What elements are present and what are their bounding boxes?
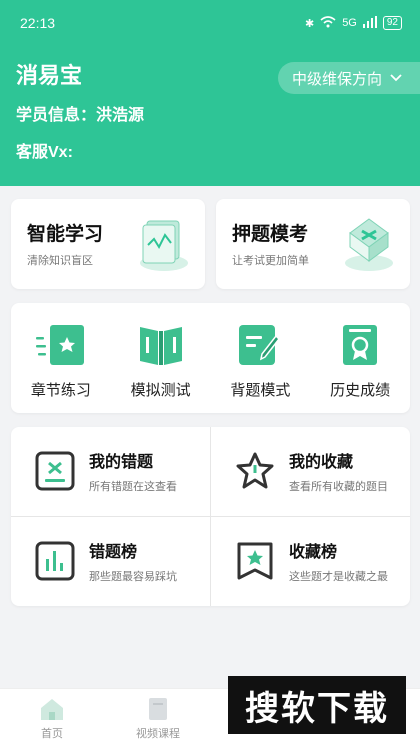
app-title: 消易宝 — [16, 63, 83, 88]
wrong-questions-icon — [35, 451, 75, 491]
signal-icon — [362, 15, 377, 31]
wifi-icon — [320, 15, 336, 31]
favorite-ranking-button[interactable]: 收藏榜 这些题才是收藏之最 — [211, 517, 410, 605]
card-subtitle: 让考试更加简单 — [232, 255, 309, 267]
mock-exam-card[interactable]: 押题模考 让考试更加简单 — [216, 199, 410, 289]
cell-title: 我的收藏 — [289, 454, 354, 471]
wrong-ranking-icon — [35, 541, 75, 581]
practice-label: 模拟测试 — [130, 382, 191, 399]
my-favorites-button[interactable]: 我的收藏 查看所有收藏的题目 — [211, 427, 410, 515]
status-bar: 22:13 ✱ 5G 92 — [20, 14, 402, 32]
memorize-mode-button[interactable]: 背题模式 — [215, 323, 305, 413]
practice-label: 历史成绩 — [330, 382, 391, 399]
smart-study-illustration-icon — [140, 220, 188, 271]
header: 22:13 ✱ 5G 92 消易宝 学员信息：洪浩源 客服Vx: 中级维保方向 — [0, 0, 420, 186]
chevron-down-icon — [390, 71, 402, 85]
tab-video-course[interactable]: 视频课程 — [118, 697, 198, 741]
mock-exam-illustration-icon — [345, 218, 393, 271]
cell-subtitle: 这些题才是收藏之最 — [289, 571, 388, 583]
card-title: 押题模考 — [232, 224, 309, 245]
chapter-practice-button[interactable]: 章节练习 — [16, 323, 106, 413]
smart-study-card[interactable]: 智能学习 清除知识盲区 — [11, 199, 205, 289]
tab-home[interactable]: 首页 — [12, 697, 92, 741]
collections-card: 我的错题 所有错题在这查看 我的收藏 查看所有收藏的题目 错题榜 那些题最容易踩… — [11, 427, 410, 606]
my-wrong-questions-button[interactable]: 我的错题 所有错题在这查看 — [11, 427, 210, 515]
practice-label: 背题模式 — [230, 382, 291, 399]
network-label: 5G — [342, 17, 357, 29]
direction-label: 中级维保方向 — [292, 70, 383, 88]
video-course-icon — [149, 698, 167, 720]
direction-selector[interactable]: 中级维保方向 — [278, 62, 420, 94]
status-time: 22:13 — [20, 15, 56, 31]
cell-title: 收藏榜 — [289, 544, 338, 561]
home-icon — [41, 699, 63, 720]
mock-test-icon — [139, 327, 182, 365]
cell-subtitle: 查看所有收藏的题目 — [289, 481, 388, 493]
battery-icon: 92 — [382, 16, 402, 30]
favorite-ranking-icon — [237, 542, 273, 580]
practice-label: 章节练习 — [30, 382, 91, 399]
chapter-practice-icon — [35, 325, 84, 365]
student-info: 学员信息：洪浩源 — [16, 107, 145, 124]
card-subtitle: 清除知识盲区 — [27, 255, 93, 267]
watermark-logo: 搜软下载 — [228, 676, 406, 734]
cell-title: 我的错题 — [89, 454, 154, 471]
tab-label: 视频课程 — [136, 728, 180, 740]
wrong-ranking-button[interactable]: 错题榜 那些题最容易踩坑 — [11, 517, 210, 605]
customer-service[interactable]: 客服Vx: — [16, 138, 73, 162]
practice-grid: 章节练习 模拟测试 背题模式 历史成绩 — [11, 303, 410, 413]
history-score-button[interactable]: 历史成绩 — [315, 323, 405, 413]
status-icons: ✱ 5G 92 — [304, 15, 402, 31]
card-title: 智能学习 — [27, 224, 104, 245]
bluetooth-icon: ✱ — [304, 17, 315, 30]
cell-subtitle: 所有错题在这查看 — [89, 481, 177, 493]
history-score-icon — [343, 325, 378, 365]
tab-label: 首页 — [41, 728, 63, 740]
memorize-icon — [239, 325, 281, 365]
cell-subtitle: 那些题最容易踩坑 — [89, 571, 177, 583]
favorites-star-icon — [236, 452, 274, 489]
cell-title: 错题榜 — [89, 544, 138, 561]
mock-test-button[interactable]: 模拟测试 — [116, 323, 206, 413]
